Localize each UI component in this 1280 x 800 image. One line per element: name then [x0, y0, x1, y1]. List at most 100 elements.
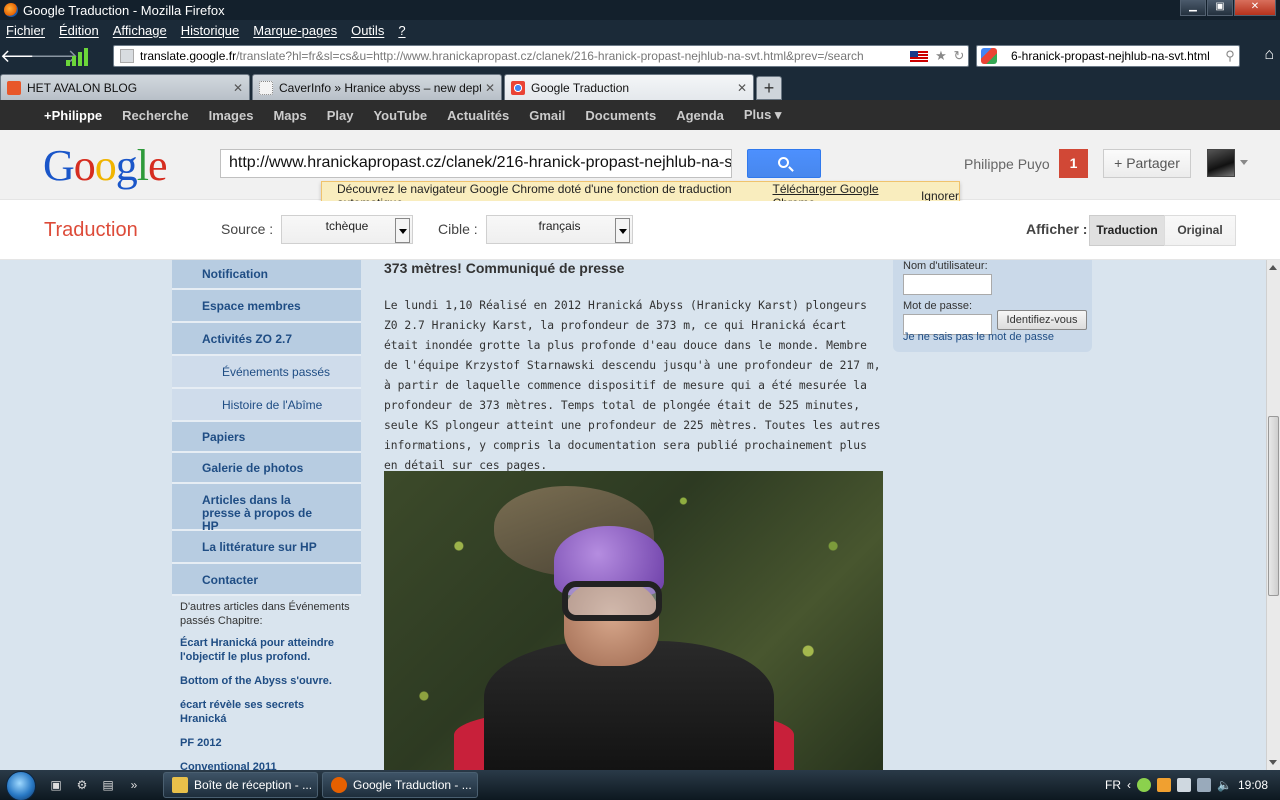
system-tray: FR ‹ 🔈 19:08: [1105, 770, 1280, 800]
window-titlebar: Google Traduction - Mozilla Firefox ▁ ▣ …: [0, 0, 1280, 20]
view-translation-button[interactable]: Traduction: [1089, 215, 1165, 246]
tab-google-translate[interactable]: Google Traduction ✕: [504, 74, 754, 100]
menu-edit[interactable]: Édition: [59, 23, 99, 38]
tab-close-icon[interactable]: ✕: [485, 81, 495, 95]
search-bar[interactable]: 6-hranick-propast-nejhlub-na-svt.html ⚲: [976, 45, 1240, 67]
quicklaunch-icon[interactable]: ▣: [46, 775, 66, 795]
forward-icon[interactable]: 🡒: [30, 42, 78, 70]
share-button[interactable]: + Partager: [1103, 149, 1191, 178]
view-original-button[interactable]: Original: [1164, 215, 1236, 246]
gbar-search[interactable]: Recherche: [122, 108, 188, 123]
reload-icon[interactable]: ↻: [950, 48, 968, 64]
gbar-images[interactable]: Images: [209, 108, 254, 123]
volume-icon[interactable]: 🔈: [1217, 778, 1232, 792]
notification-badge[interactable]: 1: [1059, 149, 1088, 178]
language-indicator[interactable]: FR: [1105, 778, 1121, 792]
sidebar-item-papers[interactable]: Papiers: [172, 422, 361, 453]
related-link[interactable]: Écart Hranická pour atteindre l'objectif…: [180, 636, 353, 664]
google-search-input[interactable]: http://www.hranickapropast.cz/clanek/216…: [220, 149, 732, 178]
google-search-button[interactable]: [747, 149, 821, 178]
dropdown-arrow-icon[interactable]: [615, 218, 630, 243]
related-link[interactable]: écart révèle ses secrets Hranická: [180, 698, 353, 726]
home-icon[interactable]: ⌂: [1264, 46, 1274, 64]
gbar-more[interactable]: Plus ▾: [744, 107, 782, 123]
sidebar-item-past-events[interactable]: Événements passés: [172, 356, 361, 389]
scrollbar-thumb[interactable]: [1268, 416, 1279, 596]
sidebar-item-contact[interactable]: Contacter: [172, 564, 361, 596]
window-title: Google Traduction - Mozilla Firefox: [23, 2, 225, 18]
taskbar-item-mail[interactable]: Boîte de réception - ...: [163, 772, 318, 798]
site-identity-icon[interactable]: [120, 49, 134, 63]
gbar-documents[interactable]: Documents: [585, 108, 656, 123]
gbar-maps[interactable]: Maps: [273, 108, 306, 123]
quicklaunch-icon[interactable]: ▤: [98, 775, 118, 795]
tab-close-icon[interactable]: ✕: [737, 81, 747, 95]
sidebar-item-photo-gallery[interactable]: Galerie de photos: [172, 453, 361, 484]
tab-avalon[interactable]: HET AVALON BLOG ✕: [0, 74, 250, 100]
tab-close-icon[interactable]: ✕: [233, 81, 243, 95]
close-icon[interactable]: ✕: [1234, 0, 1276, 16]
login-button[interactable]: Identifiez-vous: [997, 310, 1087, 330]
tray-chat-icon[interactable]: [1137, 778, 1152, 792]
sidebar-item-literature[interactable]: La littérature sur HP: [172, 531, 361, 564]
menu-file[interactable]: Fichier: [6, 23, 45, 38]
google-logo[interactable]: Google: [43, 140, 168, 191]
signal-icon[interactable]: [66, 46, 88, 66]
quicklaunch-icon[interactable]: ⚙: [72, 775, 92, 795]
username-field[interactable]: [903, 274, 992, 295]
menu-help[interactable]: ?: [398, 23, 405, 38]
tray-app-icon[interactable]: [1157, 778, 1172, 792]
gbar-calendar[interactable]: Agenda: [676, 108, 724, 123]
menu-tools[interactable]: Outils: [351, 23, 384, 38]
sidebar-item-notification[interactable]: Notification: [172, 260, 361, 290]
mail-icon: [172, 777, 188, 793]
url-text: translate.google.fr/translate?hl=fr&sl=c…: [140, 49, 864, 63]
minimize-icon[interactable]: ▁: [1180, 0, 1206, 16]
tray-device-icon[interactable]: [1177, 778, 1192, 792]
new-tab-icon[interactable]: +: [756, 76, 782, 100]
login-box: Nom d'utilisateur: Mot de passe: Identif…: [893, 260, 1092, 352]
source-language-select[interactable]: tchèque: [281, 215, 413, 244]
related-link[interactable]: Bottom of the Abyss s'ouvre.: [180, 674, 353, 688]
google-search-engine-icon[interactable]: [981, 48, 997, 64]
gbar-news[interactable]: Actualités: [447, 108, 509, 123]
forgot-password-link[interactable]: Je ne sais pas le mot de passe: [903, 331, 1054, 343]
menu-history[interactable]: Historique: [181, 23, 240, 38]
related-link[interactable]: PF 2012: [180, 736, 353, 750]
diver-photo[interactable]: [384, 471, 883, 770]
quicklaunch-more-icon[interactable]: »: [124, 775, 144, 795]
network-icon[interactable]: [1197, 778, 1212, 792]
bookmark-star-icon[interactable]: ★: [932, 48, 950, 64]
target-language-select[interactable]: français: [486, 215, 633, 244]
tab-caverinfo[interactable]: CaverInfo » Hranice abyss – new dept... …: [252, 74, 502, 100]
us-flag-icon[interactable]: [910, 50, 928, 62]
gbar-profile[interactable]: +Philippe: [44, 108, 102, 123]
menu-view[interactable]: Affichage: [113, 23, 167, 38]
dropdown-arrow-icon[interactable]: [395, 218, 410, 243]
search-icon[interactable]: ⚲: [1221, 48, 1239, 64]
maximize-icon[interactable]: ▣: [1207, 0, 1233, 16]
menu-bookmarks[interactable]: Marque-pages: [253, 23, 337, 38]
url-bar[interactable]: translate.google.fr/translate?hl=fr&sl=c…: [113, 45, 969, 67]
avatar[interactable]: [1207, 149, 1235, 177]
back-icon[interactable]: 🡐: [0, 42, 48, 70]
gbar-gmail[interactable]: Gmail: [529, 108, 565, 123]
sidebar-item-press[interactable]: Articles dans la presse à propos de HP: [172, 484, 361, 533]
sidebar-item-members[interactable]: Espace membres: [172, 290, 361, 323]
related-link[interactable]: Conventional 2011: [180, 760, 353, 770]
gbar-youtube[interactable]: YouTube: [373, 108, 427, 123]
gbar-play[interactable]: Play: [327, 108, 354, 123]
sidebar-item-abyss-history[interactable]: Histoire de l'Abîme: [172, 389, 361, 422]
windows-taskbar: ▣ ⚙ ▤ » Boîte de réception - ... Google …: [0, 770, 1280, 800]
scroll-down-icon[interactable]: [1269, 760, 1277, 765]
sidebar-item-activities[interactable]: Activités ZO 2.7: [172, 323, 361, 356]
clock[interactable]: 19:08: [1238, 778, 1268, 792]
chevron-down-icon[interactable]: [1240, 160, 1248, 165]
vertical-scrollbar[interactable]: [1266, 260, 1280, 770]
scroll-up-icon[interactable]: [1269, 265, 1277, 270]
translate-title[interactable]: Traduction: [44, 219, 138, 242]
tray-expand-icon[interactable]: ‹: [1127, 778, 1131, 792]
user-name[interactable]: Philippe Puyo: [964, 156, 1050, 172]
start-button[interactable]: [0, 770, 40, 800]
taskbar-item-firefox[interactable]: Google Traduction - ...: [322, 772, 478, 798]
